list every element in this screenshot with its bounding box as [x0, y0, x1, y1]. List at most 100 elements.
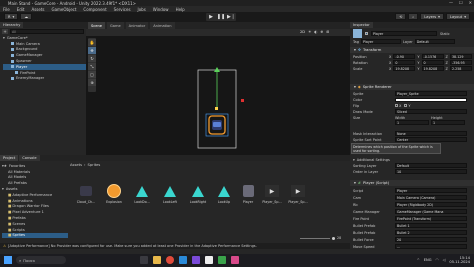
file-explorer-icon[interactable] — [153, 256, 161, 264]
windows-start-icon[interactable] — [4, 256, 12, 264]
menu-jobs[interactable]: Jobs — [138, 7, 146, 12]
flip-y-checkbox[interactable] — [404, 104, 408, 108]
tab-inspector[interactable]: Inspector — [350, 22, 373, 28]
transform-header[interactable]: ▾ ✥ Transform — [350, 47, 474, 53]
sprite-renderer-header[interactable]: ▾ ◆ Sprite Renderer — [350, 84, 474, 90]
menu-services[interactable]: Services — [114, 7, 131, 12]
sort-point-dropdown[interactable]: Center — [395, 137, 467, 143]
menu-edit[interactable]: Edit — [17, 7, 25, 12]
static-label[interactable]: Static — [440, 32, 450, 36]
mask-dropdown[interactable]: None — [395, 131, 467, 137]
asset-item[interactable]: LookUp — [214, 184, 234, 204]
tab-game[interactable]: Game — [106, 22, 124, 29]
position-x-field[interactable]: -0.90 — [393, 54, 416, 60]
clock[interactable]: 15:14 05.11.2024 — [449, 256, 470, 264]
pause-button[interactable]: ❚❚ — [216, 13, 226, 21]
order-field[interactable]: 10 — [395, 169, 467, 175]
additional-settings-row[interactable]: ▾ Additional Settings — [353, 157, 390, 163]
position-z-field[interactable]: 38.129 — [449, 54, 472, 60]
breadcrumb-sprites[interactable]: Sprites — [88, 163, 101, 167]
wifi-icon[interactable]: ◠ — [436, 258, 439, 262]
hierarchy-search-input[interactable]: All — [10, 29, 84, 34]
play-button[interactable]: ▶ — [206, 13, 216, 21]
tab-animation[interactable]: Animation — [150, 22, 175, 29]
player-script-header[interactable]: ▾ # Player (Script) — [350, 180, 474, 186]
flip-x-checkbox[interactable] — [395, 104, 398, 108]
task-view-icon[interactable] — [140, 256, 148, 264]
width-field[interactable]: 1 — [395, 120, 429, 126]
app-icon[interactable] — [218, 256, 226, 264]
bullet-force-field[interactable]: 20 — [395, 237, 467, 243]
grid-icon[interactable]: ⊞ — [326, 30, 329, 34]
menu-component[interactable]: Component — [83, 7, 106, 12]
menu-gameobject[interactable]: GameObject — [51, 7, 76, 12]
volume-icon[interactable]: ◁ — [443, 258, 446, 262]
step-button[interactable]: ▶❘ — [226, 13, 236, 21]
add-icon[interactable]: + — [2, 29, 8, 34]
scene-canvas[interactable] — [86, 36, 350, 155]
lighting-icon[interactable]: ☀ — [308, 30, 311, 34]
height-field[interactable]: 1 — [431, 120, 465, 126]
sorting-layer-dropdown[interactable]: Default — [395, 163, 467, 169]
bullet-prefab2-field[interactable]: Bullet 2 — [395, 230, 467, 236]
status-message[interactable]: [Adaptive Performance] No Provider was c… — [8, 244, 257, 248]
menu-window[interactable]: Window — [153, 7, 169, 12]
tab-animator[interactable]: Animator — [125, 22, 149, 29]
asset-item[interactable]: LookRight — [188, 184, 208, 204]
scale-z-field[interactable]: 2.258 — [449, 66, 472, 72]
game-manager-field[interactable]: GameManager (Game Mana — [395, 209, 467, 215]
color-swatch[interactable] — [395, 97, 467, 102]
script-reference-field[interactable]: Player — [395, 188, 467, 194]
asset-item[interactable]: LookDo... — [132, 184, 152, 204]
tree-item-selected[interactable]: ■ Sprites — [2, 232, 68, 239]
asset-item[interactable]: Player — [238, 184, 258, 204]
tab-project[interactable]: Project — [0, 155, 19, 161]
asset-item[interactable]: ▶ Player_Sp... — [262, 184, 282, 204]
active-checkbox[interactable] — [365, 32, 368, 35]
fire-point-field[interactable]: FirePoint (Transform) — [395, 216, 467, 222]
object-name-field[interactable]: Player — [371, 31, 437, 36]
shading-icon[interactable]: ◐ — [314, 30, 317, 34]
taskbar-search-input[interactable]: ⌕ Поиск — [16, 256, 66, 264]
draw-mode-dropdown[interactable]: Sliced — [395, 109, 467, 115]
breadcrumb-assets[interactable]: Assets — [70, 163, 82, 167]
cam-field[interactable]: Main Camera (Camera) — [395, 195, 467, 201]
tab-hierarchy[interactable]: Hierarchy — [0, 22, 24, 28]
sprite-field[interactable]: Player_Sprite — [395, 91, 467, 97]
asset-item[interactable]: Cloud_Ch... — [76, 184, 96, 204]
language-indicator[interactable]: ENG — [424, 258, 432, 262]
layer-dropdown[interactable]: Default — [414, 39, 455, 45]
menu-help[interactable]: Help — [176, 7, 185, 12]
2d-toggle[interactable]: 2D — [300, 30, 305, 34]
visual-studio-icon[interactable] — [192, 256, 200, 264]
scale-x-field[interactable]: 19.8208 — [393, 66, 416, 72]
bullet-prefab-field[interactable]: Bullet 1 — [395, 223, 467, 229]
asset-item[interactable]: LookLeft — [160, 184, 180, 204]
position-y-field[interactable]: -0.1576 — [421, 54, 444, 60]
rotation-z-field[interactable]: -356.95 — [449, 60, 472, 66]
history-icon[interactable]: ⟲ — [395, 13, 407, 20]
app-icon[interactable] — [231, 256, 239, 264]
account-button[interactable]: R ▾ — [4, 13, 19, 20]
tab-scene[interactable]: Scene — [88, 22, 105, 29]
unity-icon[interactable] — [205, 256, 213, 264]
rotation-y-field[interactable]: 0 — [421, 60, 444, 66]
telegram-icon[interactable] — [179, 256, 187, 264]
tray-arrow-icon[interactable]: ^ — [417, 258, 420, 262]
menu-assets[interactable]: Assets — [31, 7, 44, 12]
browser-icon[interactable] — [166, 256, 174, 264]
menu-file[interactable]: File — [3, 7, 10, 12]
move-speed-field[interactable]: ... — [395, 244, 467, 250]
rotation-x-field[interactable]: 0 — [393, 60, 416, 66]
hierarchy-item[interactable]: EnemyManager — [3, 76, 86, 82]
cloud-icon[interactable]: ☁ — [20, 13, 32, 20]
thumbnail-size-slider[interactable]: 28 — [300, 236, 341, 240]
asset-item[interactable]: ▶ Player_Sp... — [288, 184, 308, 204]
tab-console[interactable]: Console — [19, 155, 40, 161]
rb-field[interactable]: Player (Rigidbody 2D) — [395, 202, 467, 208]
layout-dropdown[interactable]: Layout ▾ — [445, 13, 470, 20]
asset-item[interactable]: Explosion — [104, 184, 124, 204]
layers-dropdown[interactable]: Layers ▾ — [420, 13, 444, 20]
search-icon[interactable]: ⌕ — [408, 13, 419, 20]
gizmo-icon[interactable]: ⊕ — [320, 30, 323, 34]
